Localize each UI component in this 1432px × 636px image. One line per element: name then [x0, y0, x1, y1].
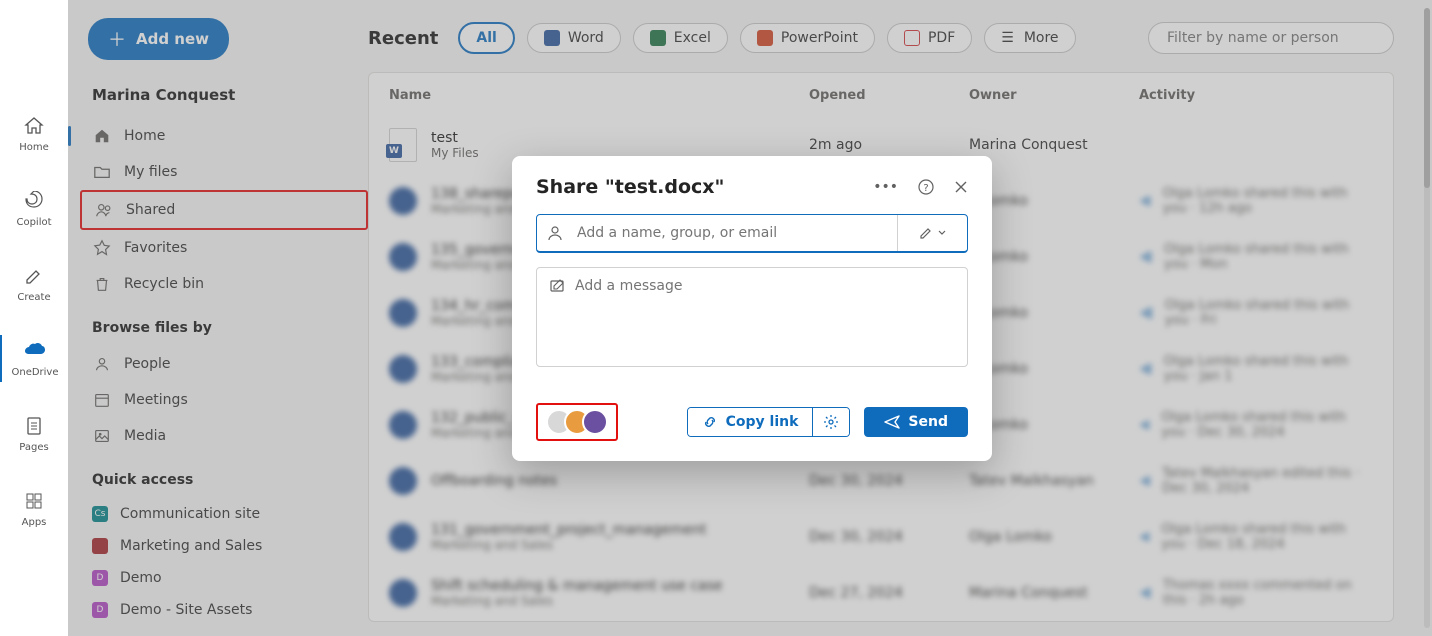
- recipient-input[interactable]: [573, 215, 897, 251]
- modal-title: Share "test.docx": [536, 176, 724, 198]
- copy-link-label: Copy link: [726, 414, 799, 430]
- rail-create[interactable]: Create: [0, 260, 68, 307]
- rail-home-label: Home: [19, 142, 49, 153]
- pencil-icon: [919, 226, 933, 240]
- rail-onedrive-label: OneDrive: [11, 367, 58, 378]
- svg-text:?: ?: [923, 183, 928, 194]
- rail-onedrive[interactable]: OneDrive: [0, 335, 68, 382]
- rail-pages[interactable]: Pages: [0, 410, 68, 457]
- link-icon: [702, 414, 718, 430]
- copy-link-group: Copy link: [687, 407, 851, 437]
- pages-icon: [22, 414, 46, 438]
- avatar: [582, 409, 608, 435]
- rail-copilot-label: Copilot: [16, 217, 51, 228]
- apps-icon: [22, 489, 46, 513]
- person-icon: [537, 215, 573, 251]
- rail-pages-label: Pages: [19, 442, 48, 453]
- close-icon[interactable]: [954, 180, 968, 194]
- rail-create-label: Create: [17, 292, 50, 303]
- send-label: Send: [908, 414, 948, 430]
- pencil-icon: [22, 264, 46, 288]
- message-input[interactable]: [575, 278, 955, 356]
- copy-link-button[interactable]: Copy link: [688, 408, 813, 436]
- send-icon: [884, 414, 900, 430]
- onedrive-icon: [23, 339, 47, 363]
- rail-home[interactable]: Home: [0, 110, 68, 157]
- message-icon: [549, 278, 565, 294]
- permission-dropdown[interactable]: [897, 215, 967, 251]
- home-icon: [22, 114, 46, 138]
- send-button[interactable]: Send: [864, 407, 968, 437]
- share-modal: Share "test.docx" ••• ? Copy link: [512, 156, 992, 461]
- help-icon[interactable]: ?: [918, 179, 934, 195]
- message-box: [536, 267, 968, 367]
- link-settings-button[interactable]: [812, 408, 849, 436]
- copilot-icon: [22, 189, 46, 213]
- chevron-down-icon: [937, 228, 947, 238]
- gear-icon: [823, 414, 839, 430]
- rail-copilot[interactable]: Copilot: [0, 185, 68, 232]
- recipient-input-group: [536, 214, 968, 253]
- rail-apps[interactable]: Apps: [0, 485, 68, 532]
- shared-with-avatars[interactable]: [536, 403, 618, 441]
- rail-apps-label: Apps: [22, 517, 47, 528]
- more-icon[interactable]: •••: [873, 179, 898, 195]
- app-rail: Home Copilot Create OneDrive Pages Apps: [0, 0, 68, 636]
